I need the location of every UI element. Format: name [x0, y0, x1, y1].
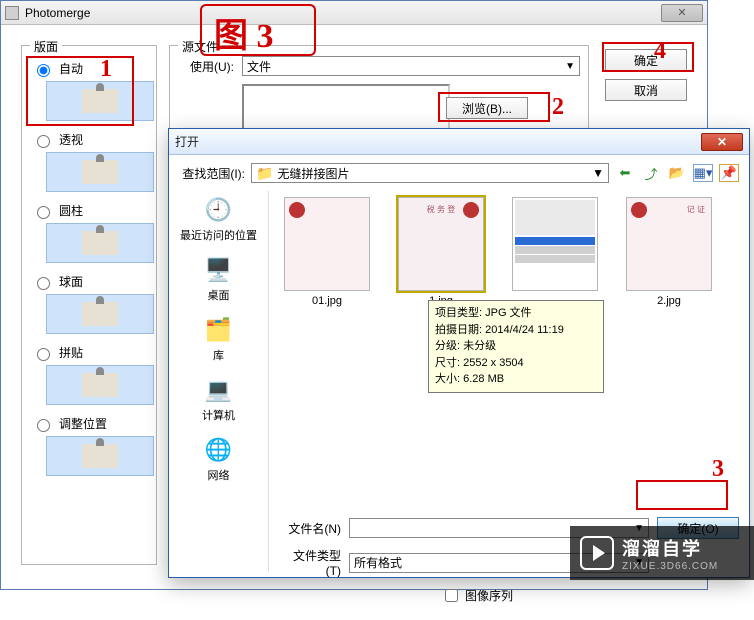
layout-reposition-radio[interactable] [37, 419, 50, 432]
recent-icon: 🕘 [201, 195, 237, 225]
layout-collage-radio[interactable] [37, 348, 50, 361]
layout-spherical-radio[interactable] [37, 277, 50, 290]
desktop-icon: 🖥️ [201, 255, 237, 285]
filename-label: 文件名(N) [281, 520, 341, 537]
browse-button[interactable]: 浏览(B)... [446, 97, 528, 119]
layout-spherical-thumb [46, 294, 154, 334]
new-folder-icon[interactable]: 📂 [667, 164, 687, 182]
pm-right-buttons: 确定 取消 [605, 49, 687, 101]
layout-cylindrical-radio[interactable] [37, 206, 50, 219]
file-item[interactable]: 税 务 登 1.jpg [389, 197, 493, 307]
layout-auto-label: 自动 [59, 60, 83, 77]
back-icon[interactable]: ⬅ [615, 164, 635, 182]
network-icon: 🌐 [201, 435, 237, 465]
place-network[interactable]: 🌐 网络 [169, 435, 268, 483]
watermark: 溜溜自学 ZIXUE.3D66.COM [570, 526, 754, 580]
file-item[interactable]: … [503, 197, 607, 307]
chevron-down-icon: ▼ [565, 61, 575, 72]
layout-auto-row[interactable]: 自动 [32, 60, 148, 77]
place-computer[interactable]: 💻 计算机 [169, 375, 268, 423]
layout-collage-row[interactable]: 拼贴 [32, 344, 148, 361]
layout-reposition-label: 调整位置 [59, 415, 107, 432]
file-item[interactable]: 记 证 2.jpg [617, 197, 721, 307]
play-icon [580, 536, 614, 570]
open-toolbar: 查找范围(I): 📁 无缝拼接图片 ▼ ⬅ ⤴ 📂 ▦▾ 📌 [169, 155, 749, 191]
layout-reposition-row[interactable]: 调整位置 [32, 415, 148, 432]
lookin-label: 查找范围(I): [179, 165, 245, 182]
image-sequence-label: 图像序列 [465, 587, 513, 604]
image-sequence-checkbox[interactable] [445, 589, 458, 602]
use-combo[interactable]: 文件 ▼ [242, 56, 580, 76]
library-icon: 🗂️ [201, 315, 237, 345]
chevron-down-icon: ▼ [592, 166, 604, 180]
folder-icon: 📁 [256, 165, 273, 181]
layout-perspective-radio[interactable] [37, 135, 50, 148]
file-tooltip: 项目类型: JPG 文件 拍摄日期: 2014/4/24 11:19 分级: 未… [428, 300, 604, 393]
up-icon[interactable]: ⤴ [641, 164, 661, 182]
view-icon[interactable]: ▦▾ [693, 164, 713, 182]
layout-perspective-thumb [46, 152, 154, 192]
watermark-line2: ZIXUE.3D66.COM [622, 561, 718, 572]
place-recent[interactable]: 🕘 最近访问的位置 [169, 195, 268, 243]
layout-fieldset: 版面 自动 透视 圆柱 球面 拼贴 [21, 45, 157, 565]
layout-cylindrical-row[interactable]: 圆柱 [32, 202, 148, 219]
watermark-line1: 溜溜自学 [622, 535, 718, 561]
close-icon[interactable]: ✕ [661, 4, 703, 22]
computer-icon: 💻 [201, 375, 237, 405]
layout-spherical-row[interactable]: 球面 [32, 273, 148, 290]
layout-perspective-label: 透视 [59, 131, 83, 148]
photomerge-title: Photomerge [25, 6, 661, 20]
layout-collage-thumb [46, 365, 154, 405]
layout-legend: 版面 [30, 38, 62, 55]
ok-button[interactable]: 确定 [605, 49, 687, 71]
place-library[interactable]: 🗂️ 库 [169, 315, 268, 363]
source-legend: 源文件 [178, 38, 222, 55]
open-title: 打开 [175, 133, 199, 150]
pin-icon[interactable]: 📌 [719, 164, 739, 182]
layout-perspective-row[interactable]: 透视 [32, 131, 148, 148]
use-value: 文件 [247, 58, 271, 75]
layout-auto-thumb [46, 81, 154, 121]
file-name: 2.jpg [617, 295, 721, 307]
lookin-combo[interactable]: 📁 无缝拼接图片 ▼ [251, 163, 609, 183]
photomerge-titlebar: Photomerge ✕ [1, 1, 707, 25]
layout-reposition-thumb [46, 436, 154, 476]
layout-auto-radio[interactable] [37, 64, 50, 77]
use-label: 使用(U): [178, 58, 234, 75]
file-name: 01.jpg [275, 295, 379, 307]
layout-cylindrical-thumb [46, 223, 154, 263]
app-icon [5, 6, 19, 20]
places-bar: 🕘 最近访问的位置 🖥️ 桌面 🗂️ 库 💻 计算机 🌐 网络 [169, 191, 269, 571]
open-close-icon[interactable]: ✕ [701, 133, 743, 151]
open-titlebar: 打开 ✕ [169, 129, 749, 155]
lookin-value: 无缝拼接图片 [277, 167, 349, 181]
cancel-button[interactable]: 取消 [605, 79, 687, 101]
layout-spherical-label: 球面 [59, 273, 83, 290]
place-desktop[interactable]: 🖥️ 桌面 [169, 255, 268, 303]
filetype-label: 文件类型(T) [281, 547, 341, 578]
layout-collage-label: 拼贴 [59, 344, 83, 361]
file-item[interactable]: 01.jpg [275, 197, 379, 307]
image-sequence-row[interactable]: 图像序列 [441, 586, 739, 605]
layout-cylindrical-label: 圆柱 [59, 202, 83, 219]
